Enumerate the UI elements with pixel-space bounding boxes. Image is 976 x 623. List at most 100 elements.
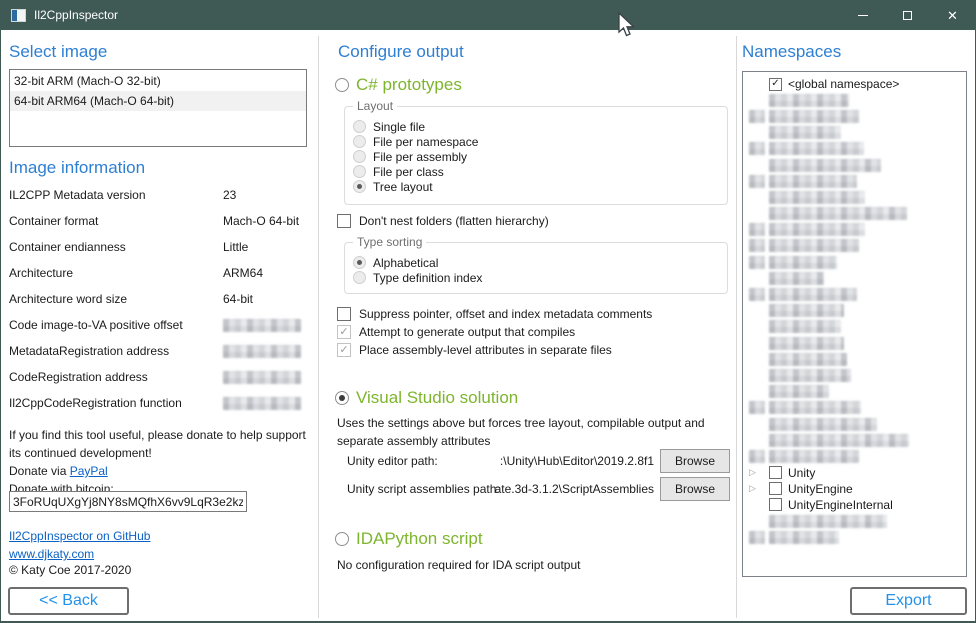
namespace-item[interactable] <box>749 303 966 319</box>
namespace-item[interactable] <box>749 206 966 222</box>
image-list[interactable]: 32-bit ARM (Mach-O 32-bit)64-bit ARM64 (… <box>9 69 307 147</box>
info-value: Little <box>223 240 248 254</box>
namespace-checkbox[interactable] <box>769 78 782 91</box>
csharp-prototypes-radio-row[interactable]: C# prototypes <box>335 74 462 96</box>
redacted-namespace <box>769 320 841 333</box>
namespace-item[interactable] <box>749 319 966 335</box>
namespace-item[interactable] <box>749 125 966 141</box>
radio-button[interactable] <box>353 165 366 178</box>
namespace-item[interactable] <box>749 254 966 270</box>
namespace-item[interactable] <box>749 448 966 464</box>
namespace-item[interactable] <box>749 222 966 238</box>
namespace-item[interactable] <box>749 238 966 254</box>
namespace-item[interactable] <box>749 432 966 448</box>
redacted-namespace <box>769 385 829 398</box>
radio-option-row[interactable]: File per namespace <box>353 134 721 149</box>
export-button[interactable]: Export <box>850 587 967 615</box>
namespace-item[interactable] <box>749 416 966 432</box>
radio-option-row[interactable]: Alphabetical <box>353 255 721 270</box>
info-row: CodeRegistration address <box>9 370 309 396</box>
close-button[interactable]: ✕ <box>930 0 975 30</box>
radio-option-row[interactable]: Tree layout <box>353 179 721 194</box>
namespace-item[interactable] <box>749 141 966 157</box>
radio-button[interactable] <box>353 271 366 284</box>
idapython-radio-row[interactable]: IDAPython script <box>335 528 483 550</box>
paypal-link[interactable]: PayPal <box>70 464 108 478</box>
namespace-item[interactable] <box>749 351 966 367</box>
idapython-radio[interactable] <box>335 532 349 546</box>
redacted-namespace <box>769 126 841 139</box>
maximize-button[interactable] <box>885 0 930 30</box>
namespace-list[interactable]: <global namespace> ▷Unity▷UnityEngineUnit… <box>742 71 967 577</box>
image-list-item[interactable]: 32-bit ARM (Mach-O 32-bit) <box>10 71 306 91</box>
checkbox[interactable] <box>337 307 351 321</box>
radio-button[interactable] <box>353 180 366 193</box>
github-link[interactable]: Il2CppInspector on GitHub <box>9 529 150 543</box>
namespace-item[interactable] <box>749 189 966 205</box>
namespace-label: <global namespace> <box>788 77 899 91</box>
redacted-namespace <box>769 337 844 350</box>
namespace-item[interactable]: ▷Unity <box>749 465 966 481</box>
option-checkbox-row[interactable]: Suppress pointer, offset and index metad… <box>337 305 729 323</box>
tree-expander-icon[interactable]: ▷ <box>749 468 769 477</box>
redacted-block <box>749 256 765 269</box>
unity-editor-browse-button[interactable]: Browse <box>660 449 730 473</box>
checkbox[interactable] <box>337 325 351 339</box>
namespace-item[interactable]: <global namespace> <box>749 76 966 92</box>
namespace-item[interactable] <box>749 286 966 302</box>
redacted-namespace <box>769 353 847 366</box>
redacted-block <box>749 110 765 123</box>
radio-button[interactable] <box>353 120 366 133</box>
radio-option-row[interactable]: Single file <box>353 119 721 134</box>
titlebar[interactable]: Il2CppInspector ✕ <box>1 0 975 30</box>
minimize-button[interactable] <box>840 0 885 30</box>
radio-option-row[interactable]: File per class <box>353 164 721 179</box>
flatten-checkbox-row[interactable]: Don't nest folders (flatten hierarchy) <box>337 213 549 229</box>
visual-studio-radio-row[interactable]: Visual Studio solution <box>335 387 518 409</box>
unity-assemblies-browse-button[interactable]: Browse <box>660 477 730 501</box>
tree-expander-icon[interactable]: ▷ <box>749 468 756 477</box>
visual-studio-radio[interactable] <box>335 391 349 405</box>
radio-button[interactable] <box>353 150 366 163</box>
namespace-item[interactable] <box>749 384 966 400</box>
website-link[interactable]: www.djkaty.com <box>9 547 94 561</box>
namespace-item[interactable]: ▷UnityEngine <box>749 481 966 497</box>
namespace-checkbox[interactable] <box>769 466 782 479</box>
info-label: Code image-to-VA positive offset <box>9 318 183 332</box>
namespace-item[interactable] <box>749 400 966 416</box>
tree-expander-icon[interactable]: ▷ <box>749 484 769 493</box>
namespace-checkbox[interactable] <box>769 498 782 511</box>
unity-editor-path-value[interactable]: :\Unity\Hub\Editor\2019.2.8f1 <box>500 454 654 468</box>
bitcoin-address-input[interactable] <box>9 491 247 512</box>
option-checkbox-row[interactable]: Attempt to generate output that compiles <box>337 323 729 341</box>
radio-option-row[interactable]: File per assembly <box>353 149 721 164</box>
unity-assemblies-path-value[interactable]: ate.3d-3.1.2\ScriptAssemblies <box>495 482 654 496</box>
redacted-namespace <box>769 207 907 220</box>
csharp-prototypes-radio[interactable] <box>335 78 349 92</box>
namespace-item[interactable]: UnityEngineInternal <box>749 497 966 513</box>
tree-expander-icon[interactable]: ▷ <box>749 484 756 493</box>
namespace-item[interactable] <box>749 157 966 173</box>
radio-button[interactable] <box>353 256 366 269</box>
checkbox[interactable] <box>337 343 351 357</box>
back-button[interactable]: << Back <box>8 587 129 615</box>
namespace-item[interactable] <box>749 513 966 529</box>
radio-option-row[interactable]: Type definition index <box>353 270 721 285</box>
namespace-item[interactable] <box>749 92 966 108</box>
namespace-item[interactable] <box>749 529 966 545</box>
column-divider <box>736 36 737 618</box>
flatten-checkbox[interactable] <box>337 214 351 228</box>
redacted-value <box>223 371 301 384</box>
namespace-item[interactable] <box>749 173 966 189</box>
configure-output-title: Configure output <box>338 42 464 62</box>
namespace-item[interactable] <box>749 335 966 351</box>
option-checkbox-row[interactable]: Place assembly-level attributes in separ… <box>337 341 729 359</box>
namespace-checkbox[interactable] <box>769 482 782 495</box>
image-list-item[interactable]: 64-bit ARM64 (Mach-O 64-bit) <box>10 91 306 111</box>
namespace-item[interactable] <box>749 367 966 383</box>
namespace-item[interactable] <box>749 270 966 286</box>
redacted-block <box>749 239 765 252</box>
namespace-item[interactable] <box>749 108 966 124</box>
radio-button[interactable] <box>353 135 366 148</box>
image-information-title: Image information <box>9 158 145 178</box>
